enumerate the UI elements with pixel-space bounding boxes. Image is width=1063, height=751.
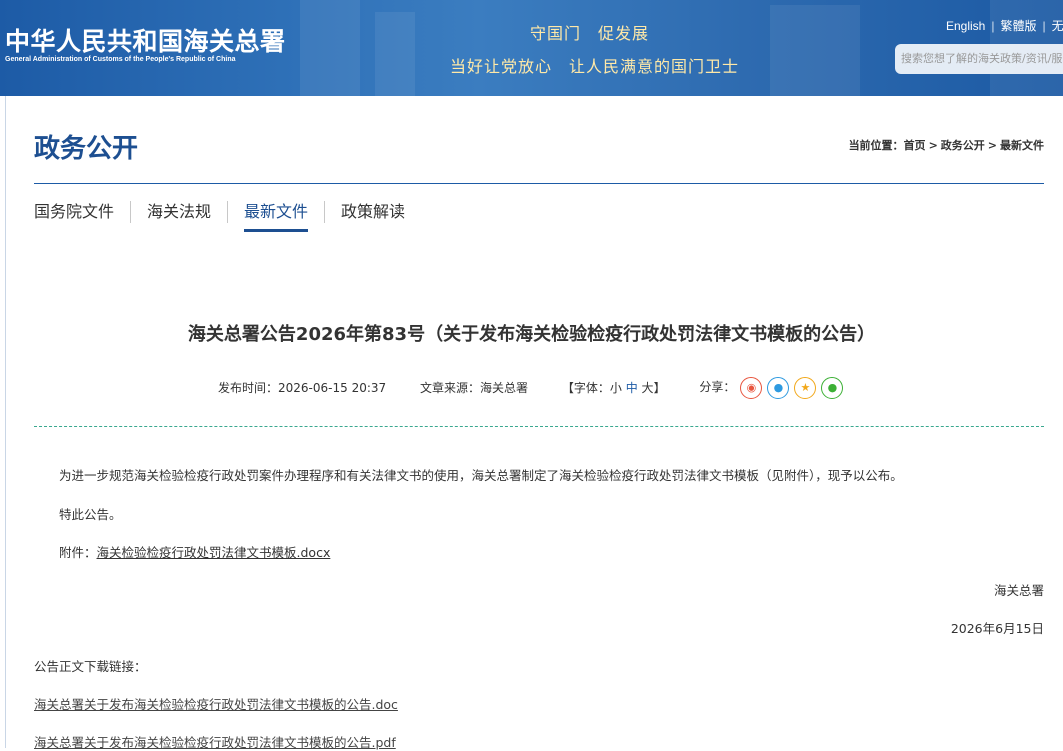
tab-state-council-docs[interactable]: 国务院文件 <box>34 201 130 223</box>
lang-english-link[interactable]: English <box>946 19 985 33</box>
font-size-control: 【字体：小 中 大】 <box>562 377 666 399</box>
body-paragraph-1: 为进一步规范海关检验检疫行政处罚案件办理程序和有关法律文书的使用，海关总署制定了… <box>59 468 903 483</box>
signature: 海关总署 <box>993 583 1044 598</box>
download-link-pdf[interactable]: 海关总署关于发布海关检验检疫行政处罚法律文书模板的公告.pdf <box>34 732 396 751</box>
tab-latest-docs[interactable]: 最新文件 <box>227 201 324 232</box>
article-title: 海关总署公告2026年第83号（关于发布海关检验检疫行政处罚法律文书模板的公告） <box>187 324 876 345</box>
breadcrumb-latest-docs-link[interactable]: 最新文件 <box>1000 139 1044 152</box>
publish-time-value: 2026-06-15 20:37 <box>278 380 387 395</box>
breadcrumb-prefix: 当前位置： <box>848 139 904 152</box>
lang-traditional-link[interactable]: 繁體版 <box>1000 19 1036 33</box>
tab-customs-regulations[interactable]: 海关法规 <box>130 201 227 223</box>
header-building-decoration <box>770 5 860 96</box>
share-label: 分享： <box>699 380 736 395</box>
attachment-label: 附件： <box>59 545 97 560</box>
breadcrumb-separator: > <box>928 139 938 152</box>
download-link-doc[interactable]: 海关总署关于发布海关检验检疫行政处罚法律文书模板的公告.doc <box>34 694 398 713</box>
breadcrumb: 当前位置：首页 > 政务公开 > 最新文件 <box>849 137 1044 153</box>
publish-time-label: 发布时间： <box>218 380 279 395</box>
font-large-button[interactable]: 大 <box>642 381 654 395</box>
title-divider <box>34 183 1044 184</box>
site-logo-en[interactable]: General Administration of Customs of the… <box>5 56 235 63</box>
attachment-line: 附件：海关检验检疫行政处罚法律文书模板.docx <box>59 542 330 561</box>
slogan-line-1: 守国门 促发展 <box>530 24 650 43</box>
left-border-line <box>5 96 6 748</box>
font-label-close: 】 <box>653 380 666 395</box>
article-source: 文章来源：海关总署 <box>420 377 528 399</box>
publish-time: 发布时间：2026-06-15 20:37 <box>218 377 386 399</box>
source-value: 海关总署 <box>480 380 529 395</box>
search-input[interactable]: 搜索您想了解的海关政策/资讯/服务 <box>895 44 1063 74</box>
site-header: 中华人民共和国海关总署 General Administration of Cu… <box>0 0 1063 96</box>
download-label: 公告正文下载链接： <box>34 659 147 674</box>
attachment-link[interactable]: 海关检验检疫行政处罚法律文书模板.docx <box>97 545 331 560</box>
font-small-button[interactable]: 小 <box>610 381 622 395</box>
share-bar: 分享： ◉ ● ★ ● <box>699 376 844 399</box>
language-switcher: English | 繁體版 | 无 <box>946 17 1063 34</box>
category-tabs: 国务院文件 海关法规 最新文件 政策解读 <box>34 201 421 235</box>
breadcrumb-separator: > <box>987 139 997 152</box>
article-meta: 发布时间：2026-06-15 20:37 文章来源：海关总署 【字体：小 中 … <box>218 376 844 399</box>
source-label: 文章来源： <box>419 380 480 395</box>
wechat-icon[interactable]: ● <box>821 376 844 399</box>
header-building-decoration <box>375 12 415 96</box>
lang-other-link[interactable]: 无 <box>1052 19 1063 33</box>
article-divider <box>34 426 1044 427</box>
body-paragraph-2: 特此公告。 <box>59 507 122 522</box>
site-logo-cn[interactable]: 中华人民共和国海关总署 <box>5 22 286 58</box>
breadcrumb-home-link[interactable]: 首页 <box>904 139 926 152</box>
weibo-icon[interactable]: ◉ <box>740 376 763 399</box>
qzone-icon[interactable]: ★ <box>794 376 817 399</box>
qq-icon[interactable]: ● <box>767 376 790 399</box>
font-label-open: 【字体： <box>561 380 610 395</box>
page-title: 政务公开 <box>34 134 139 164</box>
slogan-line-2: 当好让党放心 让人民满意的国门卫士 <box>450 57 740 76</box>
lang-separator: | <box>991 19 995 33</box>
lang-separator: | <box>1042 19 1046 33</box>
article-date: 2026年6月15日 <box>950 621 1044 636</box>
tab-policy-interpretation[interactable]: 政策解读 <box>324 201 421 223</box>
header-building-decoration <box>300 0 360 96</box>
font-medium-button[interactable]: 中 <box>626 381 638 395</box>
breadcrumb-gov-affairs-link[interactable]: 政务公开 <box>941 139 985 152</box>
